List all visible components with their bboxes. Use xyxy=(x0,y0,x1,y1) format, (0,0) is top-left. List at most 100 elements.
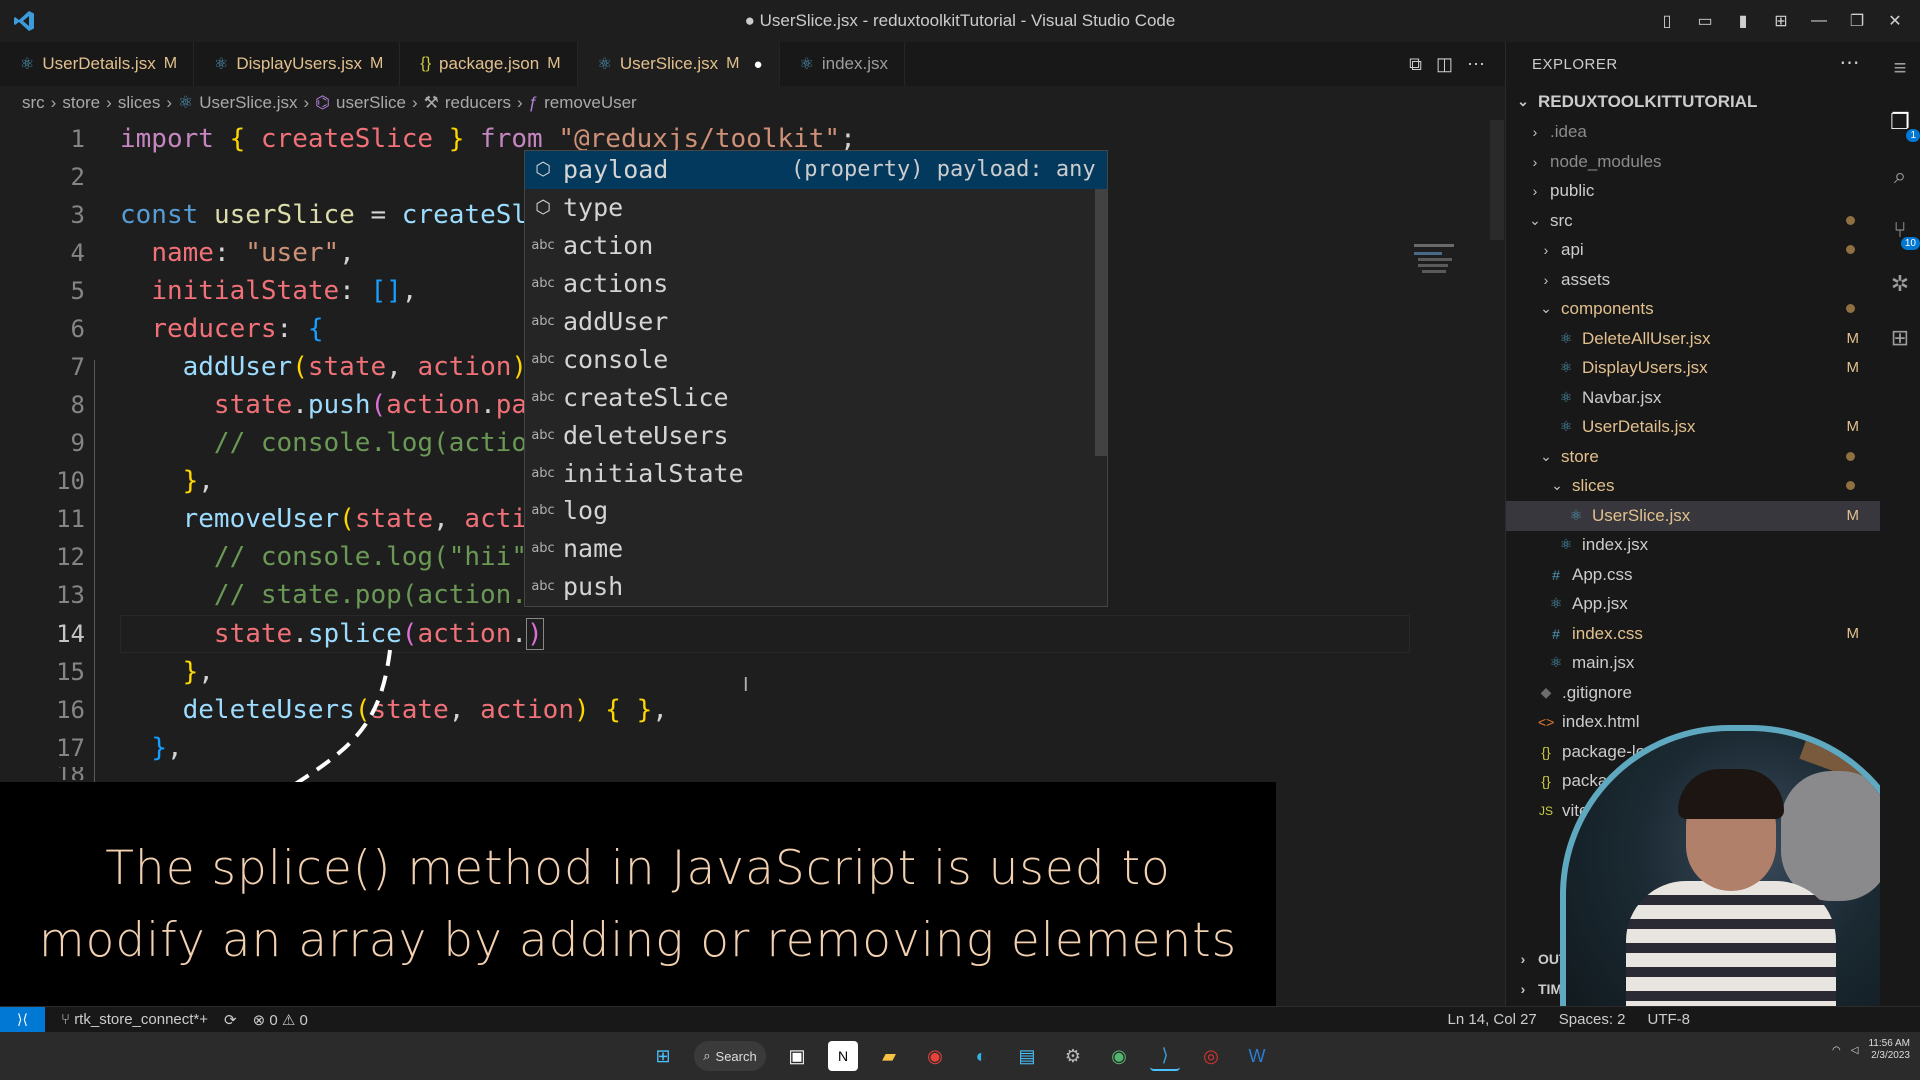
chrome-profile-icon[interactable]: ◉ xyxy=(1104,1041,1134,1071)
search-icon[interactable]: ⌕ xyxy=(1884,160,1916,192)
tree-item-components[interactable]: ⌄ components xyxy=(1506,294,1881,324)
task-view-icon[interactable]: ▣ xyxy=(782,1041,812,1071)
breadcrumb-item[interactable]: removeUser xyxy=(544,93,637,113)
scrollbar[interactable] xyxy=(1490,120,1504,240)
cursor-position[interactable]: Ln 14, Col 27 xyxy=(1448,1011,1537,1028)
edge-icon[interactable]: ◐ xyxy=(966,1041,996,1071)
app-icon[interactable]: ◎ xyxy=(1196,1041,1226,1071)
wifi-icon[interactable]: ◠ xyxy=(1832,1045,1841,1056)
debug-icon[interactable]: ✲ xyxy=(1884,268,1916,300)
taskbar-search[interactable]: ⌕ Search xyxy=(694,1041,766,1071)
clock[interactable]: 11:56 AM 2/3/2023 xyxy=(1868,1038,1910,1062)
close-icon[interactable]: ✕ xyxy=(1880,7,1910,35)
chrome-icon[interactable]: ◉ xyxy=(920,1041,950,1071)
windows-start-icon[interactable]: ⊞ xyxy=(648,1041,678,1071)
code-line: 15 }, xyxy=(0,653,1420,691)
vscode-logo-icon[interactable] xyxy=(10,7,38,35)
windows-taskbar: ⊞ ⌕ Search ▣ N ▰ ◉ ◐ ▤ ⚙ ◉ ⟩ ◎ W ◠ ◁ 11:5… xyxy=(0,1032,1920,1080)
suggestion-item[interactable]: abc addUser xyxy=(525,303,1107,341)
tree-item-idea[interactable]: › .idea xyxy=(1506,117,1881,147)
more-actions-icon[interactable]: ⋯ xyxy=(1840,50,1861,75)
suggestion-item[interactable]: abc action xyxy=(525,227,1107,265)
breadcrumb-item[interactable]: reducers xyxy=(445,93,511,113)
html-icon: <> xyxy=(1538,713,1555,730)
settings-icon[interactable]: ⚙ xyxy=(1058,1041,1088,1071)
tree-item-main-jsx[interactable]: ⚛ main.jsx xyxy=(1506,648,1881,678)
store-icon[interactable]: ▤ xyxy=(1012,1041,1042,1071)
restore-icon[interactable]: ❐ xyxy=(1842,7,1872,35)
tree-item-gitignore[interactable]: ◆ .gitignore xyxy=(1506,678,1881,708)
tab-packagejson[interactable]: {} package.json M xyxy=(400,42,578,86)
indentation[interactable]: Spaces: 2 xyxy=(1559,1011,1626,1028)
problems-indicator[interactable]: ⊗ 0 ⚠ 0 xyxy=(253,1011,308,1029)
toggle-sidebar-icon[interactable]: ▯ xyxy=(1652,7,1682,35)
line-number: 8 xyxy=(70,391,85,419)
breadcrumb-item[interactable]: src xyxy=(22,93,45,113)
unsaved-dot-icon[interactable]: ● xyxy=(753,56,762,73)
tree-item-displayusers[interactable]: ⚛ DisplayUsers.jsx M xyxy=(1506,353,1881,383)
chevron-right-icon: › xyxy=(1532,123,1538,140)
tree-root[interactable]: ⌄ REDUXTOOLKITTUTORIAL xyxy=(1506,87,1881,117)
tree-item-src[interactable]: ⌄ src xyxy=(1506,206,1881,236)
tab-userslice[interactable]: ⚛ UserSlice.jsx M ● xyxy=(577,42,780,86)
tree-item-store-index[interactable]: ⚛ index.jsx xyxy=(1506,530,1881,560)
tree-item-store[interactable]: ⌄ store xyxy=(1506,442,1881,472)
remote-icon[interactable]: ⟩⟨ xyxy=(0,1006,45,1033)
encoding[interactable]: UTF-8 xyxy=(1648,1011,1691,1028)
suggestion-item[interactable]: abc console xyxy=(525,340,1107,378)
suggestion-item[interactable]: abc initialState xyxy=(525,454,1107,492)
vscode-taskbar-icon[interactable]: ⟩ xyxy=(1150,1041,1180,1071)
tree-item-userdetails[interactable]: ⚛ UserDetails.jsx M xyxy=(1506,412,1881,442)
explorer-icon[interactable]: ❐ 1 xyxy=(1884,106,1920,142)
word-icon[interactable]: W xyxy=(1242,1041,1272,1071)
breadcrumb-item[interactable]: userSlice xyxy=(336,93,406,113)
customize-layout-icon[interactable]: ⊞ xyxy=(1766,7,1796,35)
suggestion-item[interactable]: abc name xyxy=(525,530,1107,568)
code-text: initialState: [], xyxy=(151,276,418,306)
badge: 10 xyxy=(1900,237,1920,250)
tree-item-navbar[interactable]: ⚛ Navbar.jsx xyxy=(1506,383,1881,413)
split-editor-icon[interactable]: ◫ xyxy=(1436,54,1453,75)
minimap[interactable] xyxy=(1410,240,1490,280)
file-explorer-icon[interactable]: ▰ xyxy=(874,1041,904,1071)
toggle-panel-icon[interactable]: ▭ xyxy=(1690,7,1720,35)
suggestion-item[interactable]: abc log xyxy=(525,492,1107,530)
git-branch[interactable]: ⑂ rtk_store_connect*+ xyxy=(61,1011,208,1028)
suggestion-item[interactable]: abc actions xyxy=(525,265,1107,303)
extensions-icon[interactable]: ⊞ xyxy=(1884,322,1916,354)
tree-item-index-css[interactable]: # index.css M xyxy=(1506,619,1881,649)
tree-item-node-modules[interactable]: › node_modules xyxy=(1506,147,1881,177)
tab-userdetails[interactable]: ⚛ UserDetails.jsx M xyxy=(0,42,195,86)
tab-index[interactable]: ⚛ index.jsx xyxy=(780,42,906,86)
volume-icon[interactable]: ◁ xyxy=(1851,1045,1859,1056)
suggestion-item[interactable]: ⬡ type xyxy=(525,189,1107,227)
modified-dot-icon xyxy=(1846,452,1855,462)
tree-item-assets[interactable]: › assets xyxy=(1506,265,1881,295)
suggestion-item[interactable]: abc createSlice xyxy=(525,378,1107,416)
tree-item-deletealluser[interactable]: ⚛ DeleteAllUser.jsx M xyxy=(1506,324,1881,354)
tree-item-slices[interactable]: ⌄ slices xyxy=(1506,471,1881,501)
more-actions-icon[interactable]: ⋯ xyxy=(1467,54,1485,75)
tab-status: M xyxy=(547,55,561,72)
breadcrumb-item[interactable]: slices xyxy=(118,93,161,113)
tree-item-app-jsx[interactable]: ⚛ App.jsx xyxy=(1506,589,1881,619)
tree-item-userslice[interactable]: ⚛ UserSlice.jsx M xyxy=(1506,501,1881,531)
suggestion-item[interactable]: ⬡ payload (property) payload: any xyxy=(525,151,1107,189)
sync-icon[interactable]: ⟳ xyxy=(224,1011,237,1029)
tab-displayusers[interactable]: ⚛ DisplayUsers.jsx M xyxy=(194,42,401,86)
tree-item-public[interactable]: › public xyxy=(1506,176,1881,206)
menu-icon[interactable]: ≡ xyxy=(1884,52,1916,84)
breadcrumb-item[interactable]: store xyxy=(62,93,100,113)
tree-item-api[interactable]: › api xyxy=(1506,235,1881,265)
notion-icon[interactable]: N xyxy=(828,1041,858,1071)
suggestion-item[interactable]: abc deleteUsers xyxy=(525,416,1107,454)
open-changes-icon[interactable]: ⧉ xyxy=(1409,54,1422,75)
source-control-icon[interactable]: ⑂ 10 xyxy=(1884,214,1920,250)
breadcrumb-item[interactable]: UserSlice.jsx xyxy=(199,93,297,113)
tree-item-app-css[interactable]: # App.css xyxy=(1506,560,1881,590)
badge: 1 xyxy=(1906,129,1920,142)
suggestion-item[interactable]: abc push xyxy=(525,568,1107,606)
minimize-icon[interactable]: — xyxy=(1804,7,1834,35)
code-text: }, xyxy=(151,733,183,763)
toggle-secondary-sidebar-icon[interactable]: ▮ xyxy=(1728,7,1758,35)
